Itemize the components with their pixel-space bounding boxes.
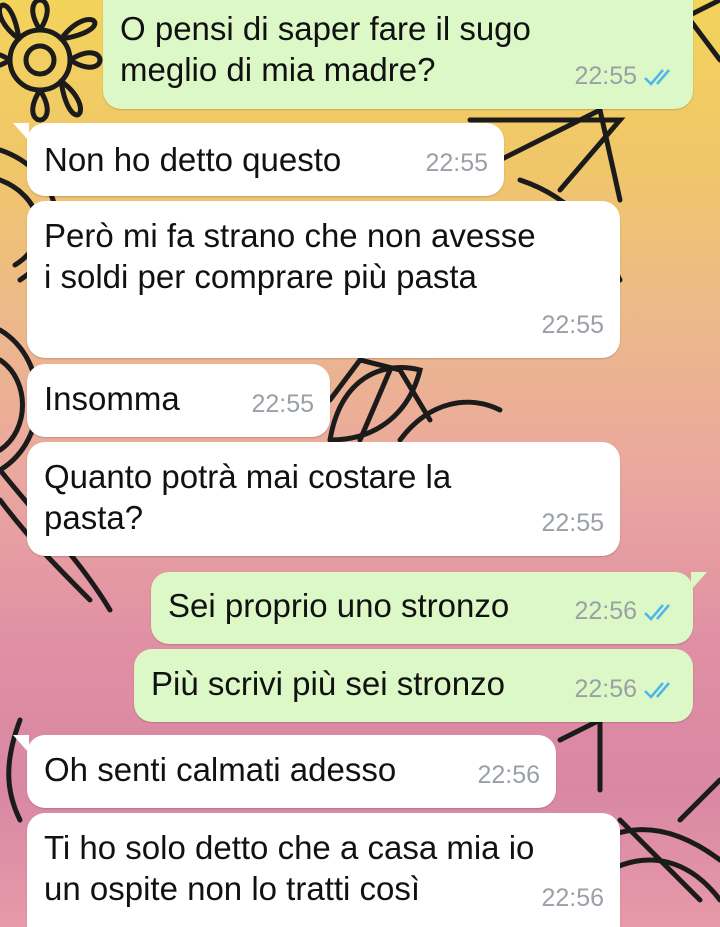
message-time: 22:55: [251, 390, 314, 418]
message-incoming[interactable]: Però mi fa strano che non avesse i soldi…: [27, 201, 620, 358]
read-ticks-icon: [644, 68, 670, 86]
read-ticks-icon: [644, 681, 670, 699]
message-text: Sei proprio uno stronzo: [168, 587, 510, 624]
message-time: 22:56: [477, 761, 540, 789]
message-incoming[interactable]: Quanto potrà mai costare la pasta? 22:55: [27, 442, 620, 556]
message-text: Ti ho solo detto che a casa mia io un os…: [44, 829, 535, 907]
message-text: Oh senti calmati adesso: [44, 751, 397, 788]
message-text: Però mi fa strano che non avesse i soldi…: [44, 217, 536, 295]
read-ticks-icon: [644, 603, 670, 621]
message-time: 22:55: [574, 62, 637, 90]
message-text: Più scrivi più sei stronzo: [151, 665, 505, 702]
message-time: 22:56: [541, 884, 604, 912]
message-incoming[interactable]: Non ho detto questo 22:55: [13, 123, 504, 196]
message-incoming[interactable]: Oh senti calmati adesso 22:56: [13, 735, 556, 808]
message-time: 22:55: [541, 311, 604, 339]
message-incoming[interactable]: Insomma 22:55: [27, 364, 330, 437]
message-text: Quanto potrà mai costare la pasta?: [44, 458, 452, 536]
message-outgoing[interactable]: Più scrivi più sei stronzo 22:56: [134, 649, 693, 722]
message-time: 22:55: [425, 149, 488, 177]
message-text: O pensi di saper fare il sugo meglio di …: [120, 10, 531, 88]
message-incoming[interactable]: Ti ho solo detto che a casa mia io un os…: [27, 813, 620, 927]
message-time: 22:56: [574, 597, 637, 625]
message-outgoing[interactable]: Sei proprio uno stronzo 22:56: [151, 572, 707, 644]
message-time: 22:55: [541, 509, 604, 537]
message-text: Non ho detto questo: [44, 141, 342, 178]
message-outgoing[interactable]: O pensi di saper fare il sugo meglio di …: [103, 0, 693, 109]
message-text: Insomma: [44, 380, 180, 417]
message-time: 22:56: [574, 675, 637, 703]
